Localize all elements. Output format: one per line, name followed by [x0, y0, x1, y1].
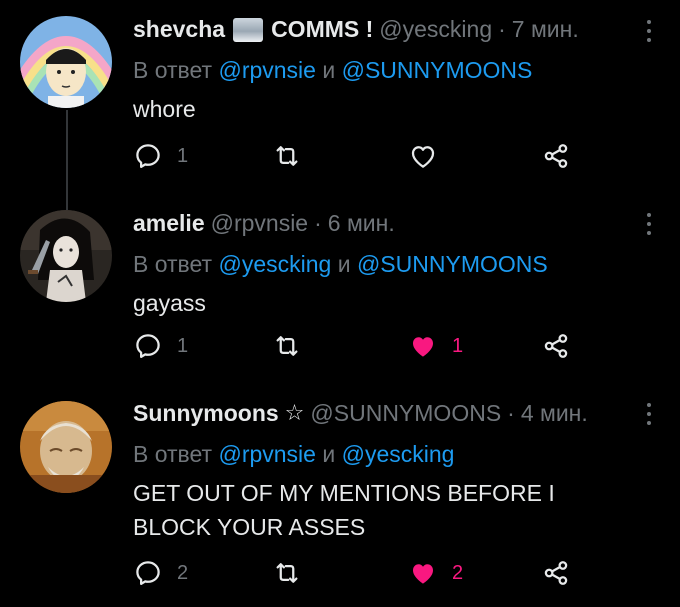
action-bar: 1	[133, 139, 593, 173]
timestamp[interactable]: 7 мин.	[512, 14, 579, 44]
share-button[interactable]	[541, 139, 571, 173]
reply-count: 1	[177, 144, 189, 167]
tweet-text: whore	[133, 96, 196, 122]
user-handle[interactable]: @rpvnsie	[211, 208, 309, 238]
reply-button[interactable]: 1	[133, 139, 188, 173]
like-button[interactable]: 2	[408, 556, 463, 590]
share-icon	[544, 334, 568, 358]
mention-link[interactable]: @SUNNYMOONS	[357, 251, 548, 277]
more-dots-icon[interactable]	[646, 213, 652, 235]
mention-link[interactable]: @rpvnsie	[218, 441, 316, 467]
reply-count: 1	[177, 334, 189, 357]
heart-icon	[413, 564, 433, 584]
reply-button[interactable]: 1	[133, 329, 188, 363]
like-count: 1	[452, 334, 464, 357]
share-icon	[544, 561, 568, 585]
retweet-icon	[276, 336, 298, 356]
retweet-icon	[276, 563, 298, 583]
timestamp[interactable]: 6 мин.	[328, 208, 395, 238]
reply-icon	[136, 144, 160, 168]
share-icon	[544, 144, 568, 168]
mention-link[interactable]: @SUNNYMOONS	[342, 57, 533, 83]
action-bar: 2 2	[133, 556, 593, 590]
reply-joiner: и	[337, 251, 351, 277]
like-button[interactable]: 1	[408, 329, 463, 363]
tweet-text: GET OUT OF MY MENTIONS BEFORE I BLOCK YO…	[133, 476, 624, 544]
tweet[interactable]: shevcha COMMS ! @yescking · 7 мин. В отв…	[0, 0, 680, 190]
like-count: 2	[452, 561, 464, 584]
tweet-header: amelie @rpvnsie · 6 мин.	[133, 208, 624, 238]
user-handle[interactable]: @yescking	[379, 14, 492, 44]
reply-button[interactable]: 2	[133, 556, 188, 590]
retweet-button[interactable]	[272, 139, 316, 173]
avatar[interactable]	[20, 401, 112, 493]
separator-dot: ·	[507, 400, 515, 426]
mention-link[interactable]: @rpvnsie	[218, 57, 316, 83]
mention-link[interactable]: @yescking	[218, 251, 331, 277]
reply-joiner: и	[322, 57, 336, 83]
retweet-button[interactable]	[272, 329, 316, 363]
display-name-suffix[interactable]: COMMS !	[271, 14, 373, 44]
display-name[interactable]: amelie	[133, 208, 205, 238]
display-name[interactable]: Sunnymoons	[133, 398, 279, 428]
reply-icon	[136, 334, 160, 358]
tweet-text: gayass	[133, 290, 206, 316]
mention-link[interactable]: @yescking	[342, 441, 455, 467]
tweet-text-line: BLOCK YOUR ASSES	[133, 514, 366, 540]
share-button[interactable]	[541, 556, 571, 590]
cloud-emoji-icon	[233, 18, 264, 42]
retweet-icon	[276, 146, 298, 166]
like-button[interactable]	[408, 139, 452, 173]
share-button[interactable]	[541, 329, 571, 363]
more-dots-icon[interactable]	[646, 20, 652, 42]
tweet-text-line: GET OUT OF MY MENTIONS BEFORE I	[133, 480, 555, 506]
separator-dot: ·	[498, 16, 506, 42]
avatar[interactable]	[20, 16, 112, 108]
reply-prefix: В ответ	[133, 441, 213, 467]
reply-joiner: и	[322, 441, 336, 467]
reply-prefix: В ответ	[133, 57, 213, 83]
reply-icon	[136, 561, 160, 585]
user-handle[interactable]: @SUNNYMOONS	[310, 398, 501, 428]
action-bar: 1 1	[133, 329, 593, 363]
avatar[interactable]	[20, 210, 112, 302]
more-dots-icon[interactable]	[646, 403, 652, 425]
heart-icon	[411, 146, 435, 168]
star-emoji: ☆	[284, 400, 305, 425]
reply-count: 2	[177, 561, 189, 584]
tweet[interactable]: amelie @rpvnsie · 6 мин. В ответ @yescki…	[0, 195, 680, 385]
reply-prefix: В ответ	[133, 251, 213, 277]
retweet-button[interactable]	[272, 556, 316, 590]
reply-context: В ответ @yescking и @SUNNYMOONS	[133, 248, 624, 280]
tweet[interactable]: Sunnymoons ☆ @SUNNYMOONS · 4 мин. В отве…	[0, 385, 680, 607]
reply-context: В ответ @rpvnsie и @SUNNYMOONS	[133, 54, 624, 86]
reply-context: В ответ @rpvnsie и @yescking	[133, 438, 624, 470]
heart-icon	[413, 337, 433, 357]
tweet-header: shevcha COMMS ! @yescking · 7 мин.	[133, 14, 624, 44]
tweet-header: Sunnymoons ☆ @SUNNYMOONS · 4 мин.	[133, 398, 624, 428]
display-name[interactable]: shevcha	[133, 14, 225, 44]
separator-dot: ·	[314, 210, 322, 236]
timestamp[interactable]: 4 мин.	[521, 398, 588, 428]
